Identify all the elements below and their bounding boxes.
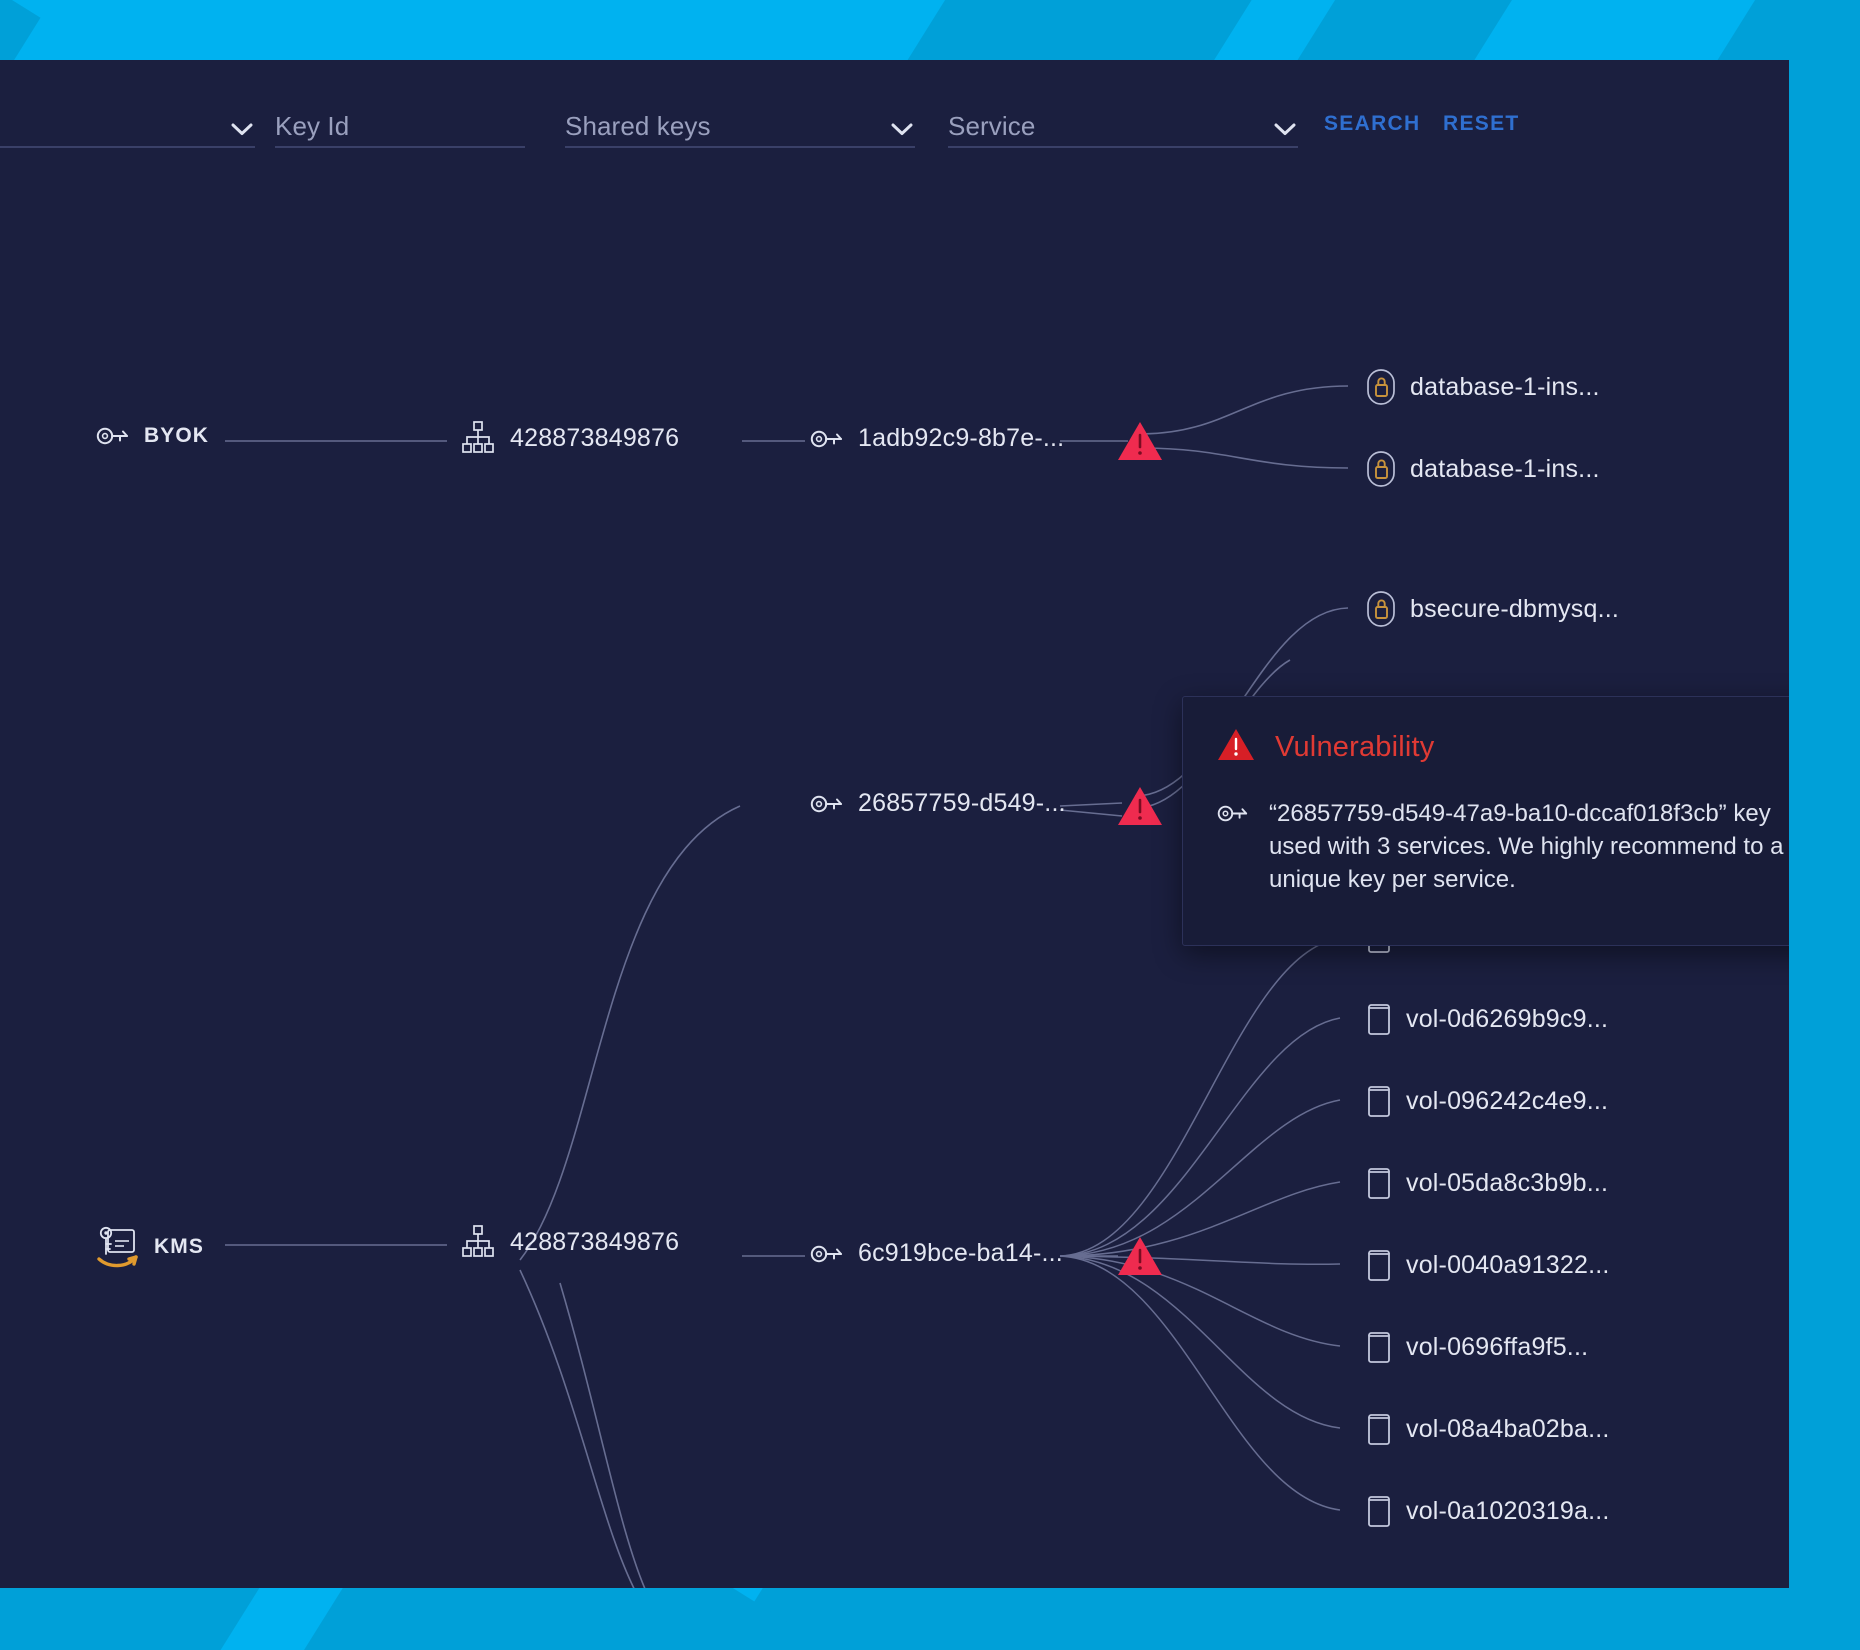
key-icon: [810, 428, 844, 450]
graph-node-label: bsecure-dbmysq...: [1410, 594, 1620, 623]
database-lock-icon: [1366, 368, 1396, 406]
key-relationship-graph: BYOK KMS 428873849876 428873849876 1adb9…: [0, 148, 1789, 1588]
graph-node-account-bottom[interactable]: 428873849876: [460, 1224, 679, 1260]
chevron-down-icon[interactable]: [891, 123, 913, 136]
database-lock-icon: [1366, 590, 1396, 628]
warning-triangle-icon: [1217, 727, 1255, 767]
graph-node-label: 428873849876: [510, 1227, 680, 1256]
volume-icon: [1366, 1084, 1392, 1118]
graph-node-label: vol-0040a91322...: [1406, 1250, 1610, 1279]
graph-node-volume[interactable]: vol-05da8c3b9b...: [1366, 1166, 1608, 1200]
database-lock-icon: [1366, 450, 1396, 488]
graph-node-volume[interactable]: vol-0d6269b9c9...: [1366, 1002, 1608, 1036]
graph-node-label: database-1-ins...: [1410, 454, 1600, 483]
graph-node-volume[interactable]: vol-0040a91322...: [1366, 1248, 1610, 1282]
service-value: Service: [948, 111, 1036, 141]
org-hierarchy-icon: [460, 1224, 496, 1260]
graph-node-key-2685[interactable]: 26857759-d549-...: [810, 789, 1066, 818]
graph-node-volume[interactable]: vol-0696ffa9f5...: [1366, 1330, 1588, 1364]
volume-icon: [1366, 1002, 1392, 1036]
graph-node-label: 1adb92c9-8b7e-...: [858, 424, 1065, 452]
key-icon: [810, 1243, 844, 1265]
key-graph-panel: Key Id Shared keys Service SEARCH RESET: [0, 60, 1789, 1588]
graph-node-key-1adb[interactable]: 1adb92c9-8b7e-...: [810, 424, 1064, 453]
graph-node-account-top[interactable]: 428873849876: [460, 420, 679, 456]
graph-node-label: vol-0a1020319a...: [1406, 1496, 1610, 1525]
graph-node-kms[interactable]: KMS: [96, 1224, 204, 1270]
reset-button[interactable]: RESET: [1443, 112, 1520, 136]
key-icon: [1217, 797, 1249, 896]
key-icon: [810, 793, 844, 815]
graph-node-label: vol-0d6269b9c9...: [1406, 1004, 1609, 1033]
graph-node-volume[interactable]: vol-0a1020319a...: [1366, 1494, 1610, 1528]
left-filter-select[interactable]: [0, 98, 255, 148]
graph-node-label: vol-08a4ba02ba...: [1406, 1414, 1610, 1443]
chevron-down-icon[interactable]: [1274, 123, 1296, 136]
tooltip-header: Vulnerability: [1217, 727, 1789, 767]
volume-icon: [1366, 1166, 1392, 1200]
service-select[interactable]: Service: [948, 98, 1298, 148]
search-button[interactable]: SEARCH: [1324, 112, 1420, 136]
graph-node-label: 26857759-d549-...: [858, 789, 1066, 817]
key-icon: [96, 425, 130, 447]
graph-node-label: BYOK: [144, 424, 210, 447]
tooltip-message: “26857759-d549-47a9-ba10-dccaf018f3cb” k…: [1269, 800, 1784, 894]
vulnerability-tooltip: Vulnerability “26857759-d549-47a9-ba10-d…: [1182, 696, 1789, 946]
graph-node-label: 6c919bce-ba14-...: [858, 1239, 1063, 1267]
graph-node-database-3[interactable]: bsecure-dbmysq...: [1366, 590, 1619, 628]
graph-node-volume[interactable]: vol-08a4ba02ba...: [1366, 1412, 1610, 1446]
key-id-input[interactable]: Key Id: [275, 98, 525, 148]
volume-icon: [1366, 1412, 1392, 1446]
tooltip-title: Vulnerability: [1275, 730, 1435, 763]
graph-node-label: KMS: [154, 1235, 204, 1258]
graph-node-volume[interactable]: vol-096242c4e9...: [1366, 1084, 1608, 1118]
key-id-placeholder: Key Id: [275, 111, 350, 141]
graph-node-database-1[interactable]: database-1-ins...: [1366, 368, 1600, 406]
graph-node-label: 428873849876: [510, 423, 680, 452]
org-hierarchy-icon: [460, 420, 496, 456]
tooltip-body: “26857759-d549-47a9-ba10-dccaf018f3cb” k…: [1217, 797, 1789, 896]
volume-icon: [1366, 1494, 1392, 1528]
graph-node-label: vol-0696ffa9f5...: [1406, 1332, 1589, 1361]
graph-node-database-2[interactable]: database-1-ins...: [1366, 450, 1600, 488]
volume-icon: [1366, 1248, 1392, 1282]
graph-node-label: database-1-ins...: [1410, 372, 1600, 401]
aws-kms-icon: [96, 1224, 140, 1270]
shared-keys-select[interactable]: Shared keys: [565, 98, 915, 148]
chevron-down-icon[interactable]: [231, 123, 253, 136]
graph-node-label: vol-05da8c3b9b...: [1406, 1168, 1609, 1197]
shared-keys-value: Shared keys: [565, 111, 711, 141]
graph-node-byok[interactable]: BYOK: [96, 424, 209, 448]
filter-toolbar: Key Id Shared keys Service SEARCH RESET: [0, 60, 1789, 148]
volume-icon: [1366, 1330, 1392, 1364]
graph-node-label: vol-096242c4e9...: [1406, 1086, 1609, 1115]
graph-node-key-6c91[interactable]: 6c919bce-ba14-...: [810, 1239, 1063, 1268]
